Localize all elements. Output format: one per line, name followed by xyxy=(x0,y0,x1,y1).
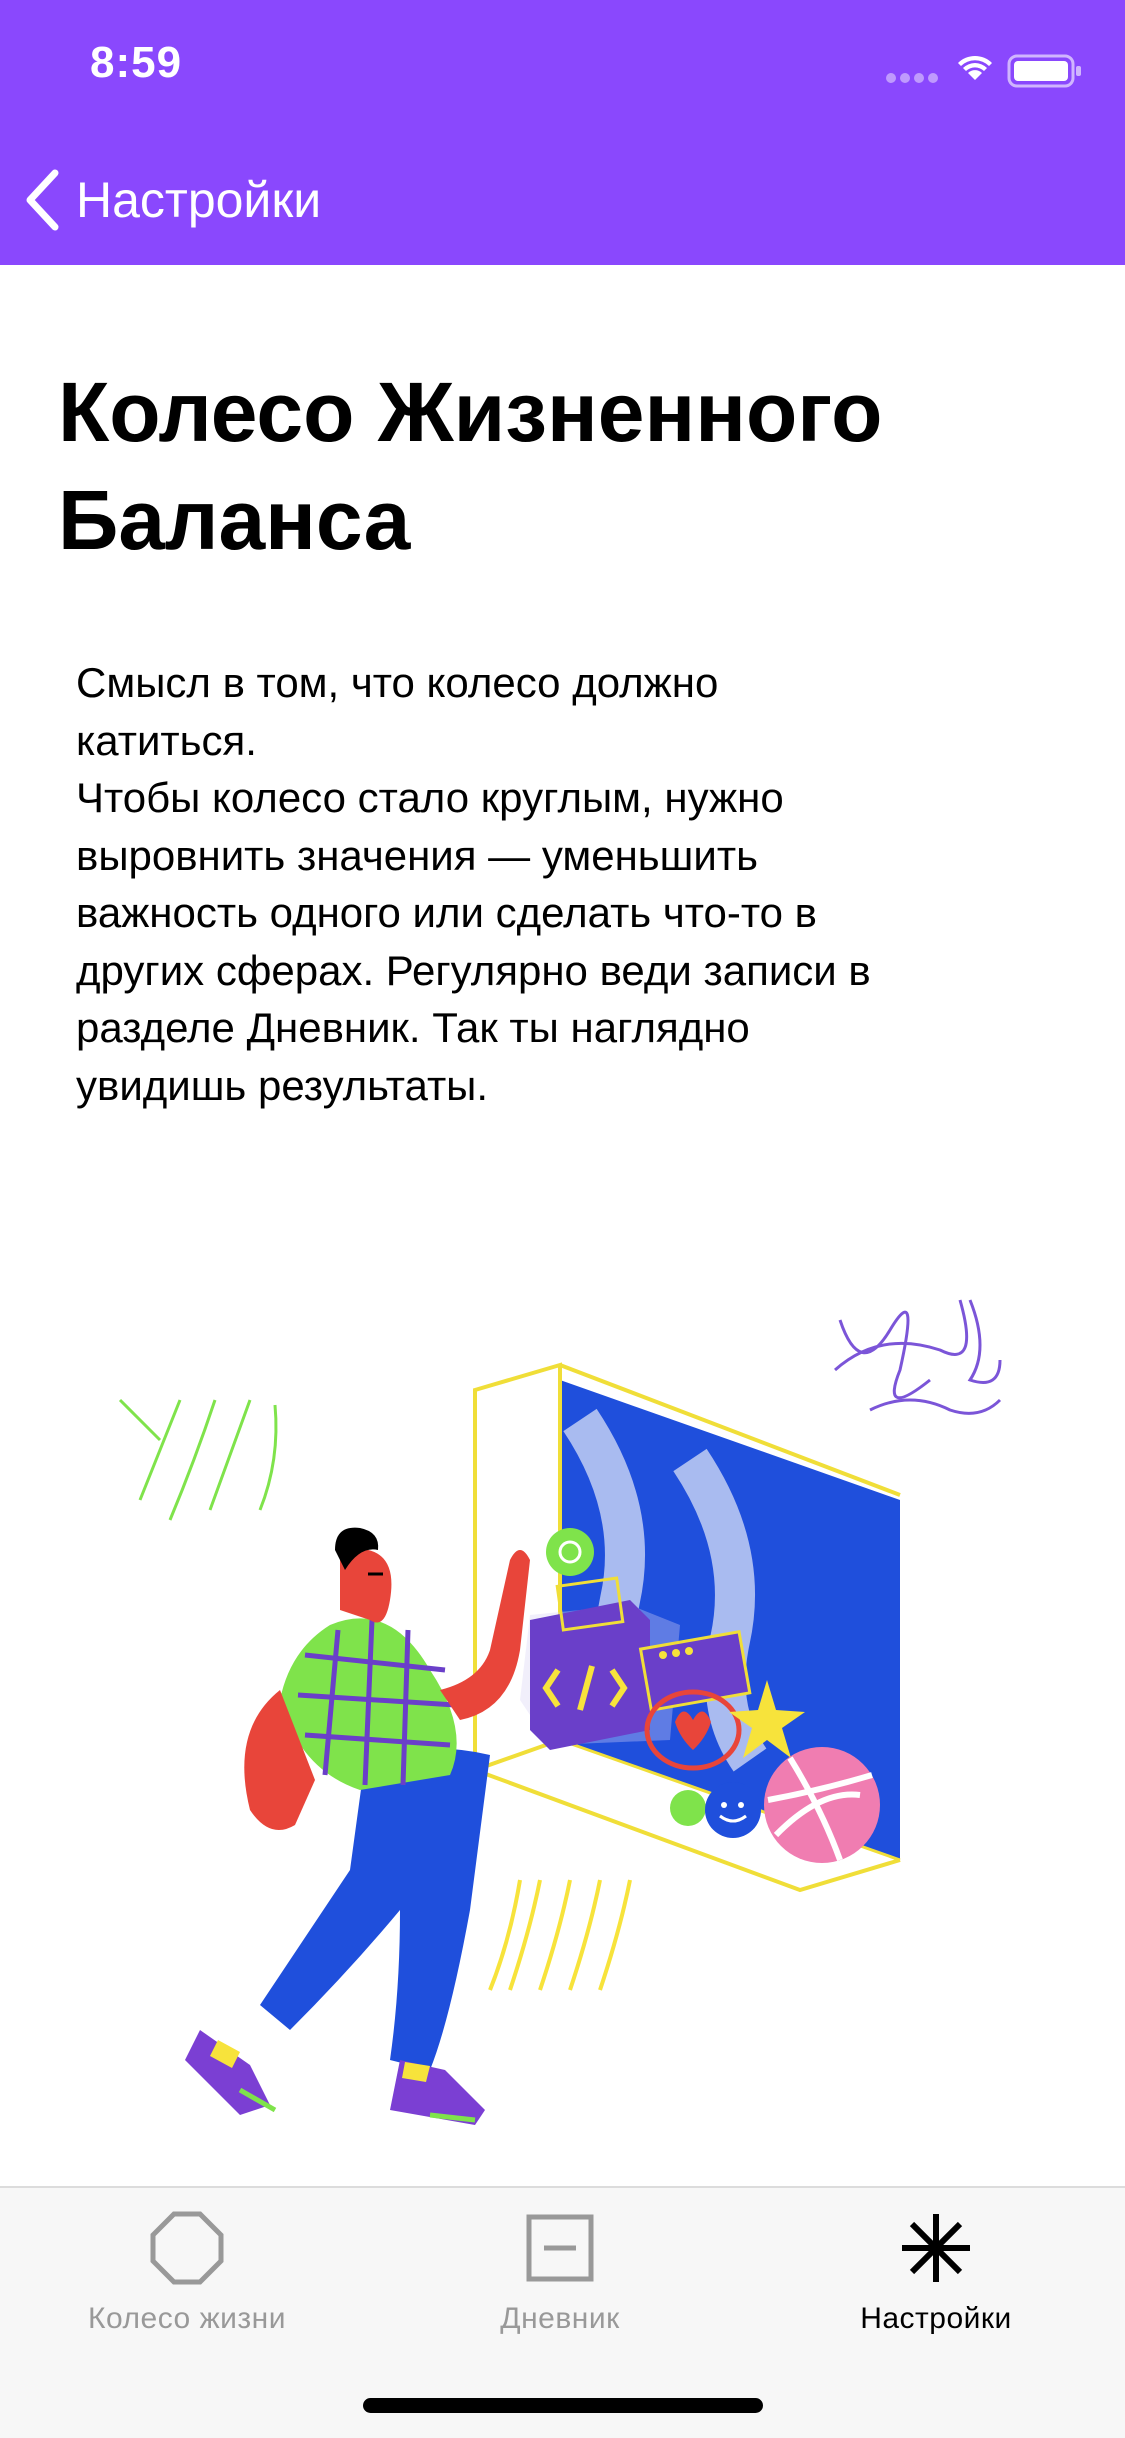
description-line: катиться. xyxy=(76,716,257,764)
asterisk-icon xyxy=(902,2214,970,2282)
description-line: других сферах. Регулярно веди записи в xyxy=(76,946,871,994)
tab-label: Колесо жизни xyxy=(88,2302,286,2335)
code-box xyxy=(530,1600,650,1750)
yellow-scribble xyxy=(488,1879,632,1991)
tab-label: Настройки xyxy=(860,2302,1012,2335)
status-icons xyxy=(886,54,1081,88)
signal-icon xyxy=(886,73,938,83)
purple-scribble xyxy=(834,1299,1002,1415)
wifi-icon xyxy=(958,55,992,80)
minus-square-icon xyxy=(526,2214,594,2282)
person-figure xyxy=(185,1527,530,2125)
description-text: Смысл в том, что колесо должно катиться.… xyxy=(76,654,1061,1114)
back-label: Настройки xyxy=(76,172,322,228)
tab-label: Дневник xyxy=(500,2302,620,2335)
tab-dnevnik[interactable]: Дневник xyxy=(410,2208,710,2348)
green-scribble xyxy=(118,1398,278,1521)
page-title: Колесо Жизненного Баланса xyxy=(58,365,883,567)
description-line: разделе Дневник. Так ты наглядно xyxy=(76,1004,750,1051)
description-line: важность одного или сделать что-то в xyxy=(76,889,817,936)
description-line: Смысл в том, что колесо должно xyxy=(76,659,719,706)
back-button[interactable]: Настройки xyxy=(22,160,321,240)
tab-koleso-zhizni[interactable]: Колесо жизни xyxy=(37,2208,337,2348)
description-line: увидишь результаты. xyxy=(76,1061,489,1109)
octagon-icon xyxy=(150,2211,224,2285)
status-time: 8:59 xyxy=(90,38,183,87)
illustration xyxy=(118,1299,1002,2125)
chevron-left-icon xyxy=(26,169,59,231)
dribbble-ball xyxy=(764,1747,880,1863)
tab-nastroyki[interactable]: Настройки xyxy=(786,2208,1086,2348)
description-line: Чтобы колесо стало круглым, нужно xyxy=(76,774,784,821)
battery-icon xyxy=(1007,54,1081,88)
navigation-bar: 8:59 Настройки xyxy=(0,0,1125,265)
home-indicator[interactable] xyxy=(363,2398,763,2413)
description-line: выровнить значения — уменьшить xyxy=(76,831,758,879)
